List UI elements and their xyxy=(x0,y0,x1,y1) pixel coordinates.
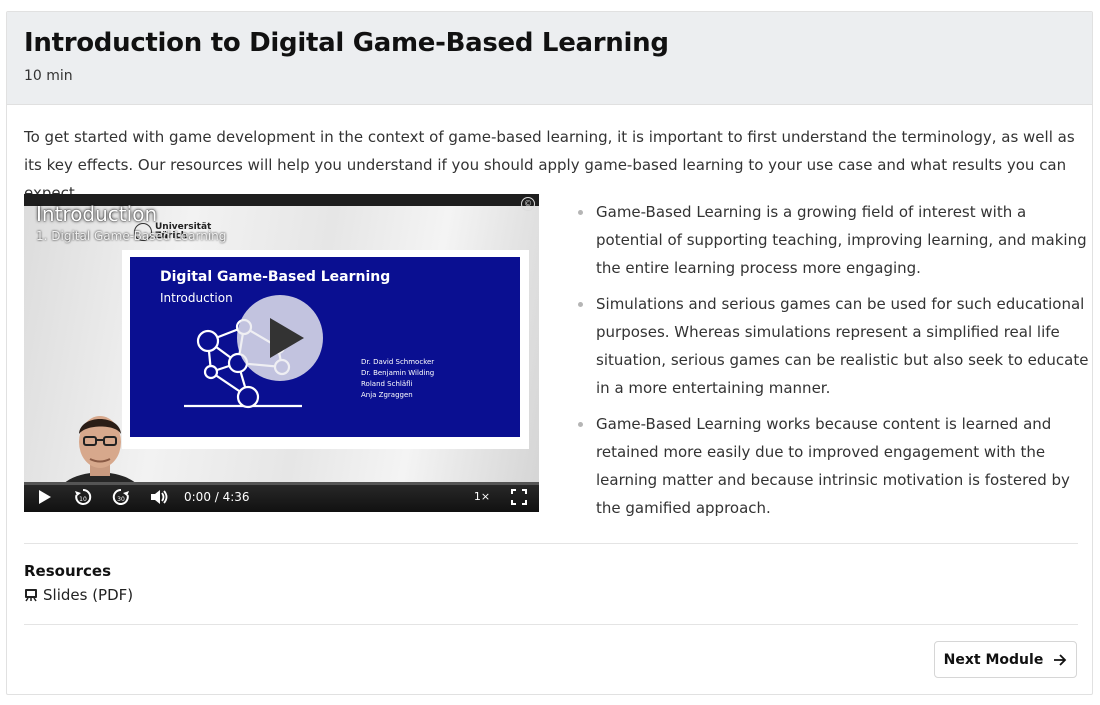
play-icon[interactable] xyxy=(36,486,54,508)
author-name: Dr. David Schmocker xyxy=(361,358,435,366)
divider xyxy=(24,543,1078,544)
next-module-button[interactable]: Next Module xyxy=(934,641,1077,678)
list-item: Game-Based Learning is a growing field o… xyxy=(578,198,1090,282)
arrow-right-icon xyxy=(1054,653,1067,666)
slide-authors: Dr. David Schmocker Dr. Benjamin Wilding… xyxy=(361,357,434,401)
resource-label[interactable]: Slides (PDF) xyxy=(43,586,133,604)
volume-icon[interactable] xyxy=(148,486,170,508)
play-overlay-button[interactable] xyxy=(237,295,323,381)
module-title: Introduction to Digital Game-Based Learn… xyxy=(24,28,669,58)
author-name: Anja Zgraggen xyxy=(361,391,413,399)
playback-speed[interactable]: 1× xyxy=(472,486,492,508)
next-module-label[interactable]: Next Module xyxy=(944,652,1044,668)
divider xyxy=(24,624,1078,625)
resources-heading: Resources xyxy=(24,562,112,580)
slide-title: Digital Game-Based Learning xyxy=(160,269,391,285)
forward-30-icon[interactable]: 30 xyxy=(110,486,132,508)
rewind-10-icon[interactable]: 10 xyxy=(72,486,94,508)
presentation-icon xyxy=(25,589,37,602)
list-item: Game-Based Learning works because conten… xyxy=(578,410,1090,522)
video-player[interactable]: Universität Zürich Digital Game-Based Lea… xyxy=(24,194,539,512)
list-item: Simulations and serious games can be use… xyxy=(578,290,1090,402)
module-duration: 10 min xyxy=(24,68,73,84)
copyright-icon[interactable]: © xyxy=(521,197,535,211)
video-time: 0:00 / 4:36 xyxy=(184,490,250,504)
author-name: Dr. Benjamin Wilding xyxy=(361,369,435,377)
video-title: Introduction xyxy=(36,202,158,226)
presentation-slide: Digital Game-Based Learning Introduction xyxy=(130,257,520,437)
key-points-list: Game-Based Learning is a growing field o… xyxy=(578,198,1090,530)
svg-text:10: 10 xyxy=(79,496,87,503)
video-subtitle: 1. Digital Game-Based Learning xyxy=(36,229,227,243)
video-controls: 10 30 0:00 / 4:36 1× xyxy=(24,482,539,512)
svg-text:30: 30 xyxy=(117,496,125,503)
module-header: Introduction to Digital Game-Based Learn… xyxy=(7,12,1092,105)
fullscreen-icon[interactable] xyxy=(509,486,529,508)
slides-pdf-link[interactable]: Slides (PDF) xyxy=(24,586,133,604)
video-progress-bar[interactable] xyxy=(24,482,539,485)
slide-subtitle: Introduction xyxy=(160,291,233,305)
module-card: Introduction to Digital Game-Based Learn… xyxy=(6,11,1093,695)
author-name: Roland Schläfli xyxy=(361,380,413,388)
